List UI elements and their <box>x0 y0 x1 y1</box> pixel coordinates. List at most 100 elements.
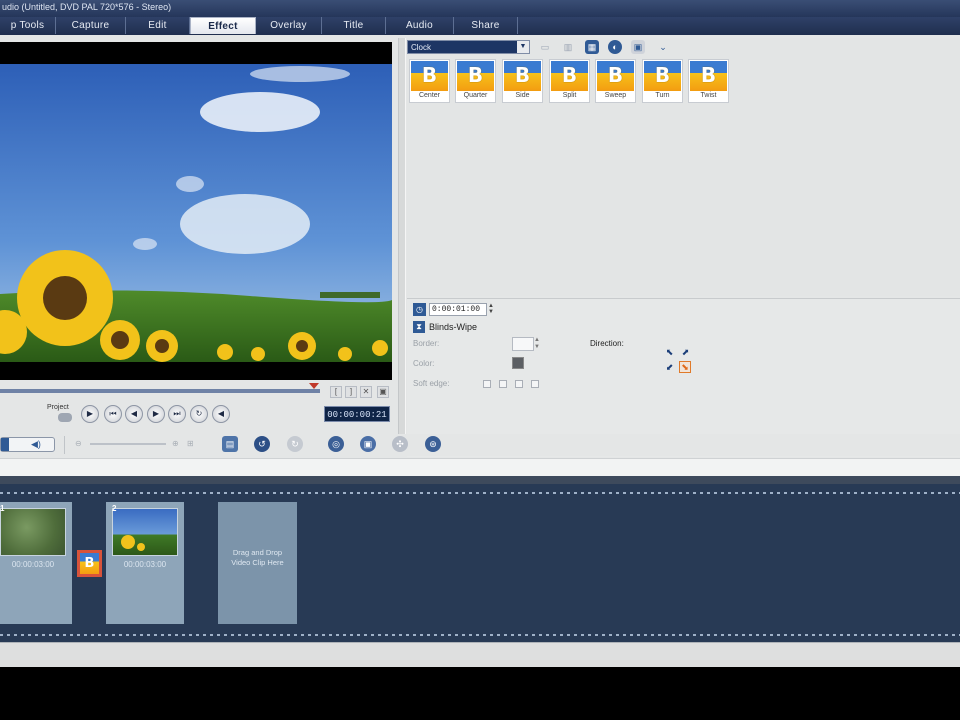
apply-random-icon[interactable]: ◐ <box>608 40 622 54</box>
transition-label: Turn <box>655 92 670 99</box>
scrub-handle[interactable] <box>309 383 319 389</box>
audio-view-icon[interactable]: ◀) <box>31 439 41 450</box>
transition-label: Center <box>418 92 440 99</box>
clip-2[interactable]: 2 00:00:03:00 <box>106 502 184 624</box>
window-title: udio (Untitled, DVD PAL 720*576 - Stereo… <box>0 0 960 17</box>
film-perforation-top <box>0 492 960 494</box>
toolbar-separator <box>64 436 65 454</box>
duration-field[interactable]: 0:00:01:00 <box>429 303 487 316</box>
tab-overlay[interactable]: Overlay <box>256 17 322 34</box>
options-icon[interactable]: ▣ <box>631 40 645 54</box>
drop-zone-label: Drag and Drop Video Clip Here <box>231 548 284 567</box>
transition-thumb-sweep[interactable]: B Sweep <box>595 59 636 103</box>
transition-thumb-center[interactable]: B Center <box>409 59 450 103</box>
timeline-toolbar <box>0 434 960 456</box>
previous-frame-icon[interactable]: ◀ <box>125 405 143 423</box>
tab-edit[interactable]: Edit <box>126 17 190 34</box>
fit-project-icon[interactable]: ⊞ <box>187 439 194 448</box>
transition-label: Quarter <box>463 92 488 99</box>
clip-duration: 00:00:03:00 <box>123 560 167 569</box>
direction-down-right-icon[interactable]: ⬊ <box>679 361 691 373</box>
record-capture-icon[interactable]: ◎ <box>328 436 344 452</box>
zoom-out-icon[interactable]: ⊖ <box>75 439 82 448</box>
chevron-down-icon[interactable]: ▼ <box>517 41 529 53</box>
folder-icon[interactable]: ▭ <box>538 40 552 54</box>
mark-out-icon[interactable]: ] <box>345 386 357 398</box>
soft-edge-medium[interactable] <box>515 380 523 388</box>
apply-icon[interactable]: ▥ <box>561 40 575 54</box>
insert-media-icon[interactable]: ▤ <box>222 436 238 452</box>
timeline-header <box>0 458 960 477</box>
color-label: Color: <box>413 359 435 368</box>
repeat-icon[interactable]: ↻ <box>190 405 208 423</box>
transition-thumb-quarter[interactable]: B Quarter <box>455 59 496 103</box>
transition-thumb-split[interactable]: B Split <box>549 59 590 103</box>
color-swatch[interactable] <box>512 357 524 369</box>
timeline-ruler <box>0 476 960 484</box>
cut-icon[interactable]: ✕ <box>360 386 372 398</box>
step-tabs: p Tools Capture Edit Effect Overlay Titl… <box>0 17 960 35</box>
panel-divider[interactable] <box>398 38 406 456</box>
soft-edge-weak[interactable] <box>499 380 507 388</box>
zoom-in-icon[interactable]: ⊕ <box>172 439 179 448</box>
gallery-folder-select[interactable]: Clock <box>407 40 530 54</box>
tab-capture[interactable]: Capture <box>56 17 126 34</box>
soft-edge-none[interactable] <box>483 380 491 388</box>
transition-label: Sweep <box>604 92 627 99</box>
clip-thumbnail <box>0 508 66 556</box>
effect-name: Blinds-Wipe <box>429 322 478 332</box>
direction-label: Direction: <box>590 339 624 348</box>
volume-icon[interactable]: ◀ <box>212 405 230 423</box>
direction-up-right-icon[interactable]: ⬈ <box>681 348 690 357</box>
next-frame-icon[interactable]: ▶ <box>147 405 165 423</box>
tab-effect[interactable]: Effect <box>190 17 256 34</box>
tab-share[interactable]: Share <box>454 17 518 34</box>
expand-icon[interactable]: ⌄ <box>656 40 670 54</box>
preview-image <box>0 64 392 362</box>
play-icon[interactable]: ▶ <box>81 405 99 423</box>
transition-thumb-twist[interactable]: B Twist <box>688 59 729 103</box>
clock-icon: ◷ <box>413 303 426 316</box>
smart-proxy-icon[interactable]: ▣ <box>360 436 376 452</box>
view-switch[interactable]: ◀) <box>0 437 55 452</box>
film-perforation-bottom <box>0 634 960 636</box>
clip-number: 2 <box>112 504 117 513</box>
enlarge-icon[interactable]: ▣ <box>377 386 389 398</box>
end-icon[interactable]: ⏭ <box>168 405 186 423</box>
transition-icon: B <box>80 553 99 574</box>
batch-icon[interactable]: ✣ <box>392 436 408 452</box>
timecode-display[interactable]: 00:00:00:21 <box>324 406 390 422</box>
clip-thumbnail <box>112 508 178 556</box>
add-to-favorites-icon[interactable]: ▦ <box>585 40 599 54</box>
direction-up-left-icon[interactable]: ⬉ <box>665 348 674 357</box>
clip-duration: 00:00:03:00 <box>11 560 55 569</box>
export-icon[interactable]: ⊛ <box>425 436 441 452</box>
timeline-scrollbar[interactable] <box>0 642 960 667</box>
direction-down-left-icon[interactable]: ⬋ <box>665 363 674 372</box>
transition-thumb-turn[interactable]: B Turn <box>642 59 683 103</box>
drop-zone[interactable]: Drag and Drop Video Clip Here <box>218 502 297 624</box>
project-clip-toggle[interactable] <box>58 413 72 422</box>
border-field[interactable] <box>512 337 534 351</box>
zoom-slider[interactable] <box>90 443 166 445</box>
tab-audio[interactable]: Audio <box>386 17 454 34</box>
tab-title[interactable]: Title <box>322 17 386 34</box>
storyboard-view-icon[interactable] <box>1 438 9 451</box>
effect-icon: ⧗ <box>413 321 425 333</box>
tab-tools[interactable]: p Tools <box>0 17 56 34</box>
clip-1[interactable]: 1 00:00:03:00 <box>0 502 72 624</box>
transition-label: Split <box>562 92 577 99</box>
undo-icon[interactable]: ↺ <box>254 436 270 452</box>
project-label: Project <box>47 404 69 411</box>
transition-thumb-side[interactable]: B Side <box>502 59 543 103</box>
soft-edge-label: Soft edge: <box>413 379 450 388</box>
transition-label: Side <box>515 92 530 99</box>
transition-slot[interactable]: B <box>77 550 102 577</box>
redo-icon[interactable]: ↻ <box>287 436 303 452</box>
duration-stepper[interactable]: ▲ ▼ <box>488 303 496 316</box>
border-stepper[interactable]: ▲ ▼ <box>534 337 542 351</box>
transition-label: Twist <box>700 92 717 99</box>
home-icon[interactable]: ⏮ <box>104 405 122 423</box>
mark-in-icon[interactable]: [ <box>330 386 342 398</box>
soft-edge-strong[interactable] <box>531 380 539 388</box>
